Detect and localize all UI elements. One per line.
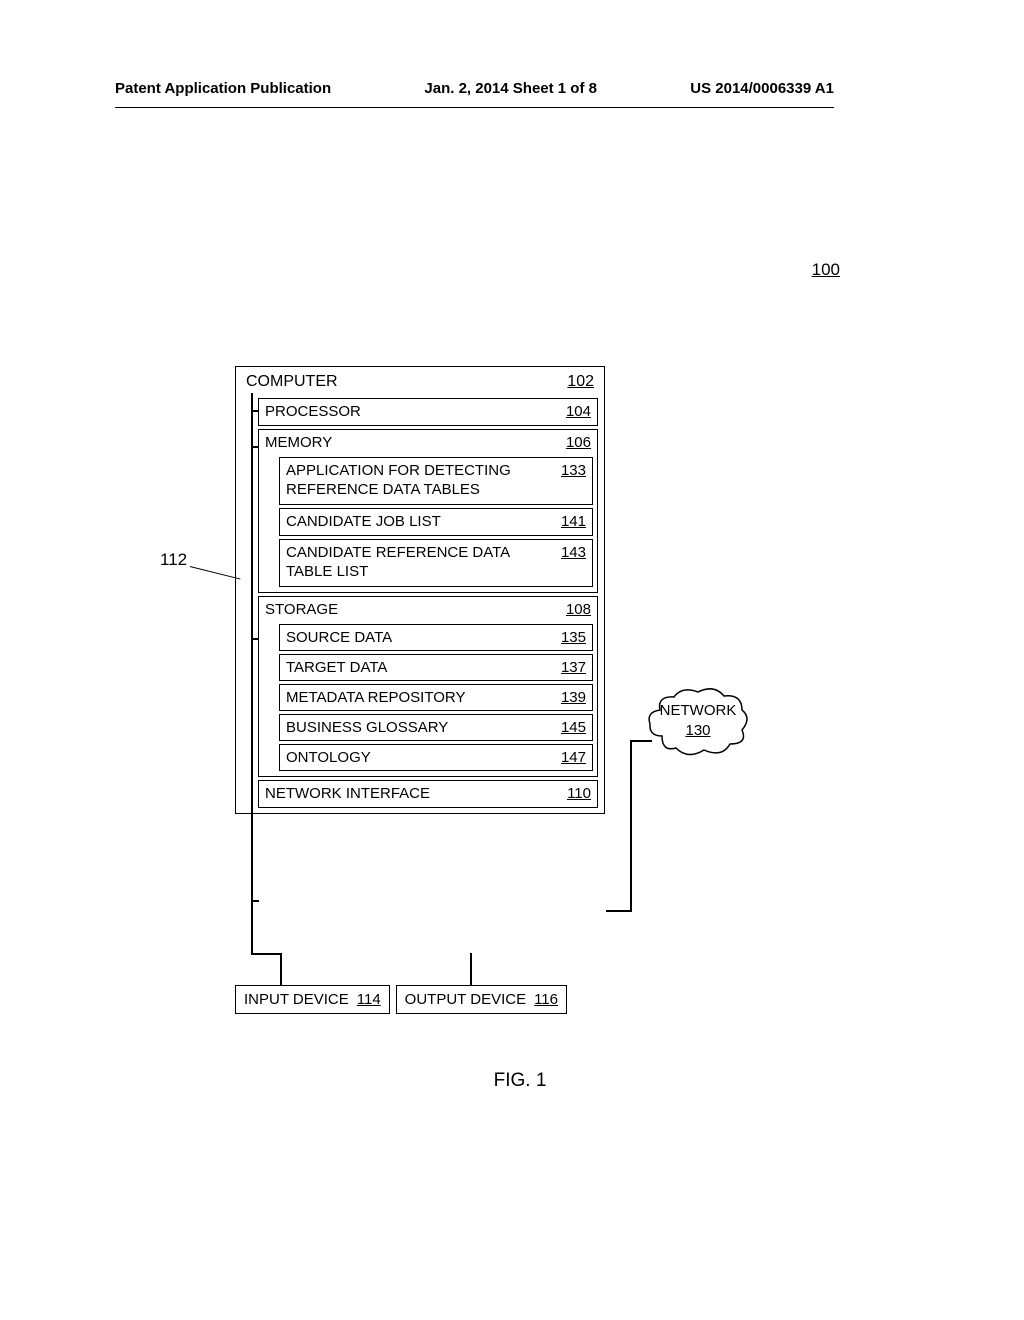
input-device-label: INPUT DEVICE	[244, 991, 349, 1008]
memory-box: MEMORY 106 APPLICATION FOR DETECTING REF…	[258, 429, 598, 593]
leader-line-112	[187, 566, 241, 592]
memory-item-ref: 141	[561, 513, 586, 530]
network-interface-ref: 110	[567, 785, 591, 802]
bus-line	[251, 393, 253, 953]
network-cloud: NETWORK 130	[650, 690, 746, 756]
bus-connector	[251, 638, 259, 640]
output-device-box: OUTPUT DEVICE 116	[396, 985, 567, 1014]
processor-ref: 104	[566, 403, 591, 420]
memory-item: CANDIDATE JOB LIST 141	[279, 508, 593, 537]
system-reference-number: 100	[812, 260, 840, 280]
storage-item: BUSINESS GLOSSARY 145	[279, 714, 593, 741]
storage-item-label: BUSINESS GLOSSARY	[286, 719, 448, 736]
input-device-box: INPUT DEVICE 114	[235, 985, 390, 1014]
computer-header: COMPUTER 102	[242, 371, 598, 395]
bus-connector	[251, 900, 259, 902]
network-ref: 130	[650, 721, 746, 741]
memory-item: CANDIDATE REFERENCE DATA TABLE LIST 143	[279, 539, 593, 587]
output-device-label: OUTPUT DEVICE	[405, 991, 526, 1008]
computer-box: COMPUTER 102 PROCESSOR 104 MEMORY 106 AP…	[235, 366, 605, 814]
storage-item: ONTOLOGY 147	[279, 744, 593, 771]
storage-item-label: METADATA REPOSITORY	[286, 689, 465, 706]
computer-ref: 102	[567, 373, 594, 391]
processor-label: PROCESSOR	[265, 403, 361, 420]
memory-item-label: CANDIDATE REFERENCE DATA TABLE LIST	[286, 544, 520, 582]
diagram: 100 112 COMPUTER 102 PROCESSOR 104 MEMOR…	[160, 260, 880, 1100]
memory-item-label: APPLICATION FOR DETECTING REFERENCE DATA…	[286, 462, 520, 500]
processor-box: PROCESSOR 104	[258, 398, 598, 426]
storage-item-label: SOURCE DATA	[286, 629, 392, 646]
network-connector-v	[630, 740, 632, 912]
memory-label: MEMORY	[265, 434, 332, 451]
storage-item: METADATA REPOSITORY 139	[279, 684, 593, 711]
storage-item-label: ONTOLOGY	[286, 749, 371, 766]
bus-connector	[251, 446, 259, 448]
network-interface-label: NETWORK INTERFACE	[265, 785, 430, 802]
page-header: Patent Application Publication Jan. 2, 2…	[115, 80, 834, 108]
io-row: INPUT DEVICE 114 OUTPUT DEVICE 116	[235, 985, 605, 1014]
storage-item-ref: 147	[561, 749, 586, 766]
header-left: Patent Application Publication	[115, 80, 331, 97]
memory-item-ref: 143	[561, 544, 586, 561]
storage-item: SOURCE DATA 135	[279, 624, 593, 651]
storage-box: STORAGE 108 SOURCE DATA 135 TARGET DATA …	[258, 596, 598, 777]
storage-ref: 108	[566, 601, 591, 618]
storage-item-ref: 137	[561, 659, 586, 676]
figure-caption: FIG. 1	[160, 1070, 880, 1092]
storage-item-ref: 145	[561, 719, 586, 736]
bus-connector-bottom	[251, 953, 281, 955]
network-label: NETWORK	[650, 701, 746, 721]
network-cloud-group: NETWORK 130	[650, 690, 746, 756]
storage-item-label: TARGET DATA	[286, 659, 387, 676]
header-right: US 2014/0006339 A1	[690, 80, 834, 97]
memory-ref: 106	[566, 434, 591, 451]
bus-drop	[280, 953, 282, 985]
storage-item-ref: 139	[561, 689, 586, 706]
output-device-connector	[470, 953, 472, 985]
storage-item-ref: 135	[561, 629, 586, 646]
storage-label: STORAGE	[265, 601, 338, 618]
bus-reference-number: 112	[160, 550, 187, 570]
computer-label: COMPUTER	[246, 373, 338, 391]
network-connector-h1	[606, 910, 632, 912]
bus-connector	[251, 410, 259, 412]
input-device-ref: 114	[357, 991, 381, 1008]
storage-item: TARGET DATA 137	[279, 654, 593, 681]
memory-item-ref: 133	[561, 462, 586, 479]
memory-item-label: CANDIDATE JOB LIST	[286, 513, 441, 532]
memory-item: APPLICATION FOR DETECTING REFERENCE DATA…	[279, 457, 593, 505]
network-interface-box: NETWORK INTERFACE 110	[258, 780, 598, 808]
output-device-ref: 116	[534, 991, 558, 1008]
header-center: Jan. 2, 2014 Sheet 1 of 8	[424, 80, 597, 97]
network-connector-h2	[630, 740, 652, 742]
